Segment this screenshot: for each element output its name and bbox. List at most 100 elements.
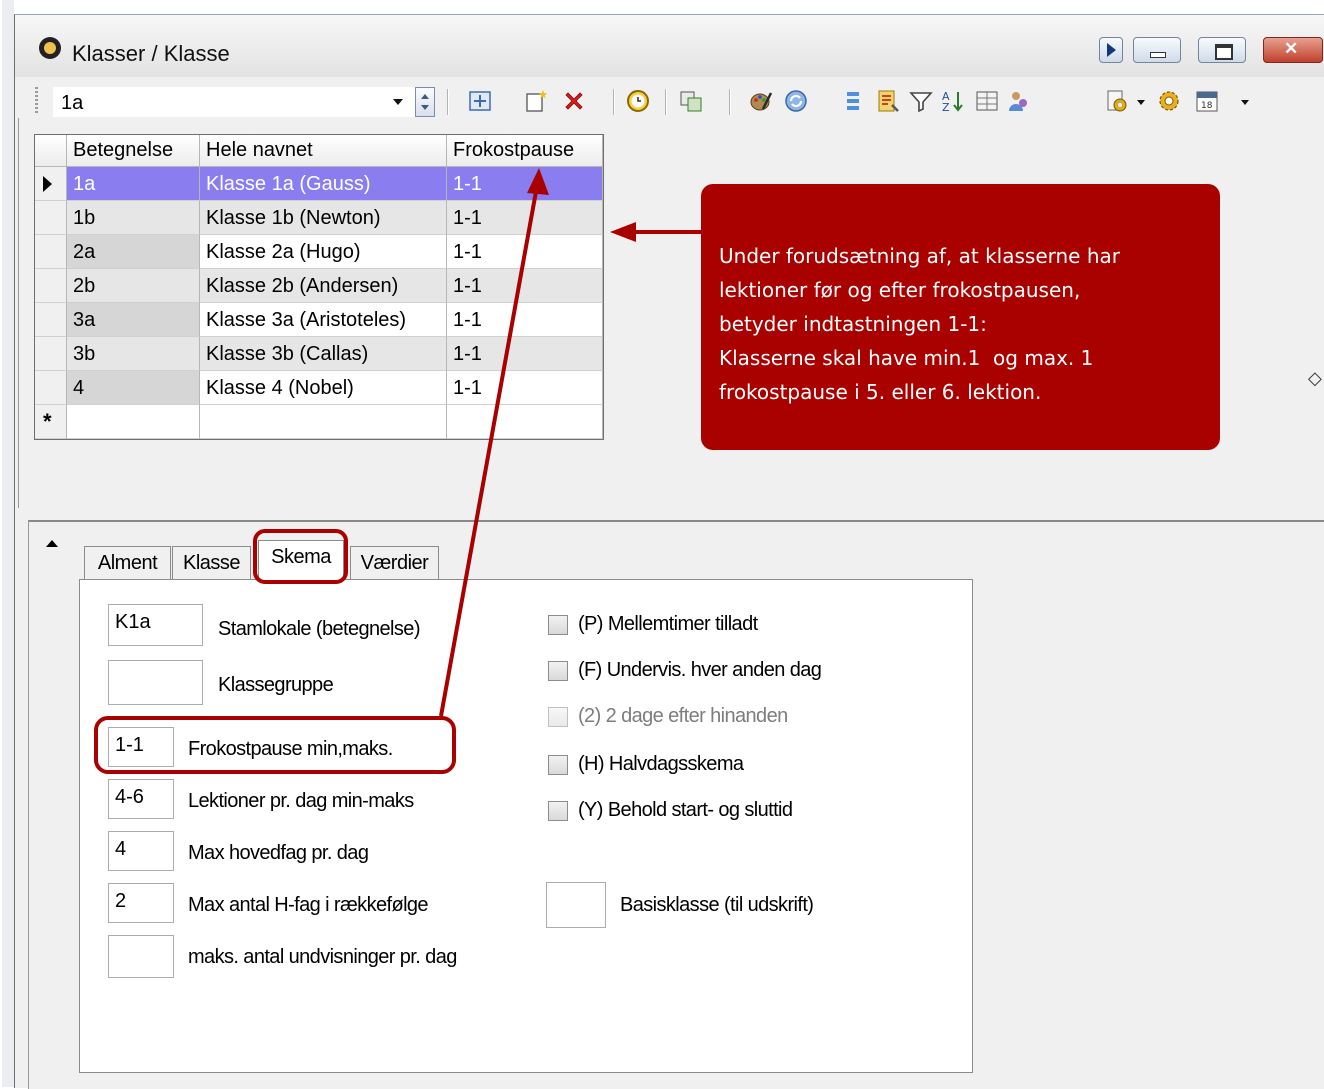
cell-hele-navnet[interactable]: Klasse 2b (Andersen) bbox=[200, 269, 447, 303]
collapse-arrow-icon[interactable] bbox=[46, 540, 58, 547]
callout-line: lektioner før og efter frokostpausen, bbox=[719, 278, 1081, 302]
table-row[interactable]: 1a Klasse 1a (Gauss) 1-1 bbox=[35, 167, 603, 201]
cell-frokostpause[interactable]: 1-1 bbox=[447, 337, 603, 371]
toolbar-separator bbox=[665, 89, 667, 115]
copy-icon[interactable] bbox=[679, 89, 703, 113]
klassegruppe-field[interactable] bbox=[108, 660, 203, 705]
row-header[interactable] bbox=[35, 201, 67, 235]
list-icon[interactable] bbox=[841, 89, 865, 113]
new-row[interactable]: * bbox=[35, 405, 603, 439]
callout-line: Klasserne skal have min.1 og max. 1 bbox=[719, 346, 1094, 370]
row-header[interactable] bbox=[35, 371, 67, 405]
tab-klasse[interactable]: Klasse bbox=[172, 546, 251, 580]
chevron-down-icon[interactable] bbox=[1241, 100, 1249, 105]
undervis-hver-anden-dag-label: (F) Undervis. hver anden dag bbox=[578, 659, 822, 681]
class-selector[interactable]: 1a bbox=[53, 87, 415, 117]
sort-icon[interactable]: A Z bbox=[941, 89, 965, 113]
halvdagsskema-checkbox[interactable] bbox=[548, 755, 568, 775]
column-header-betegnelse[interactable]: Betegnelse bbox=[67, 135, 200, 167]
toolbar-separator bbox=[447, 89, 449, 115]
cell-betegnelse[interactable]: 1a bbox=[67, 167, 200, 201]
people-icon[interactable] bbox=[1007, 89, 1031, 113]
cell-frokostpause[interactable]: 1-1 bbox=[447, 167, 603, 201]
maximize-button[interactable] bbox=[1198, 37, 1246, 63]
basisklasse-field[interactable] bbox=[546, 882, 606, 928]
cell-hele-navnet[interactable]: Klasse 1a (Gauss) bbox=[200, 167, 447, 201]
cell-betegnelse[interactable]: 3b bbox=[67, 337, 200, 371]
record-spinner[interactable] bbox=[415, 87, 435, 117]
cell-frokostpause[interactable]: 1-1 bbox=[447, 371, 603, 405]
close-button[interactable] bbox=[1263, 37, 1323, 63]
cell-hele-navnet[interactable] bbox=[200, 405, 447, 439]
row-header[interactable] bbox=[35, 337, 67, 371]
gear-icon[interactable] bbox=[1157, 89, 1181, 113]
clock-icon bbox=[39, 37, 61, 59]
cell-betegnelse[interactable]: 1b bbox=[67, 201, 200, 235]
stamlokale-field[interactable]: K1a bbox=[108, 604, 203, 646]
palette-icon[interactable] bbox=[749, 89, 773, 113]
refresh-icon[interactable] bbox=[784, 89, 808, 113]
cell-hele-navnet[interactable]: Klasse 3b (Callas) bbox=[200, 337, 447, 371]
cell-frokostpause[interactable] bbox=[447, 405, 603, 439]
cell-frokostpause[interactable]: 1-1 bbox=[447, 201, 603, 235]
calendar-icon[interactable]: 18 bbox=[1195, 89, 1219, 113]
max-h-fag-field[interactable]: 2 bbox=[108, 883, 174, 923]
report-icon[interactable] bbox=[876, 89, 900, 113]
callout-line: frokostpause i 5. eller 6. lektion. bbox=[719, 380, 1042, 404]
table-icon[interactable] bbox=[975, 89, 999, 113]
row-header[interactable] bbox=[35, 235, 67, 269]
row-header[interactable]: * bbox=[35, 405, 67, 439]
tab-alment[interactable]: Alment bbox=[84, 546, 171, 580]
cell-hele-navnet[interactable]: Klasse 3a (Aristoteles) bbox=[200, 303, 447, 337]
filter-icon[interactable] bbox=[909, 89, 933, 113]
row-header[interactable] bbox=[35, 303, 67, 337]
cell-frokostpause[interactable]: 1-1 bbox=[447, 303, 603, 337]
mellemtimer-checkbox[interactable] bbox=[548, 615, 568, 635]
undervis-hver-anden-dag-checkbox[interactable] bbox=[548, 661, 568, 681]
column-header-frokostpause[interactable]: Frokostpause bbox=[447, 135, 603, 167]
row-header[interactable] bbox=[35, 167, 67, 201]
table-row[interactable]: 2b Klasse 2b (Andersen) 1-1 bbox=[35, 269, 603, 303]
maks-undvisninger-field[interactable] bbox=[108, 935, 174, 978]
svg-text:18: 18 bbox=[1201, 101, 1213, 111]
cell-betegnelse[interactable]: 2b bbox=[67, 269, 200, 303]
annotation-callout: Under forudsætning af, at klasserne har … bbox=[701, 184, 1220, 450]
table-row[interactable]: 3a Klasse 3a (Aristoteles) 1-1 bbox=[35, 303, 603, 337]
window-left-frame bbox=[0, 0, 14, 1087]
max-hovedfag-field[interactable]: 4 bbox=[108, 831, 174, 871]
class-grid[interactable]: Betegnelse Hele navnet Frokostpause 1a K… bbox=[34, 134, 604, 440]
behold-start-sluttid-checkbox[interactable] bbox=[548, 801, 568, 821]
toolbar-grip[interactable] bbox=[35, 87, 38, 115]
cell-hele-navnet[interactable]: Klasse 1b (Newton) bbox=[200, 201, 447, 235]
cell-hele-navnet[interactable]: Klasse 2a (Hugo) bbox=[200, 235, 447, 269]
new-record-icon[interactable] bbox=[524, 89, 548, 113]
table-row[interactable]: 2a Klasse 2a (Hugo) 1-1 bbox=[35, 235, 603, 269]
delete-icon[interactable] bbox=[562, 89, 586, 113]
table-row[interactable]: 1b Klasse 1b (Newton) 1-1 bbox=[35, 201, 603, 235]
cell-frokostpause[interactable]: 1-1 bbox=[447, 235, 603, 269]
splitter-arrow-icon[interactable]: ◇ bbox=[1308, 368, 1322, 389]
column-header-hele-navnet[interactable]: Hele navnet bbox=[200, 135, 447, 167]
chevron-down-icon[interactable] bbox=[1137, 100, 1145, 105]
callout-line: betyder indtastningen 1-1: bbox=[719, 312, 987, 336]
cell-betegnelse[interactable]: 2a bbox=[67, 235, 200, 269]
klassegruppe-label: Klassegruppe bbox=[218, 674, 334, 696]
time-icon[interactable] bbox=[626, 89, 650, 113]
minimize-button[interactable] bbox=[1133, 37, 1181, 63]
cell-betegnelse[interactable]: 3a bbox=[67, 303, 200, 337]
settings-dropdown-icon[interactable] bbox=[1105, 89, 1129, 113]
cell-frokostpause[interactable]: 1-1 bbox=[447, 269, 603, 303]
chevron-down-icon[interactable] bbox=[393, 99, 403, 105]
cell-betegnelse[interactable]: 4 bbox=[67, 371, 200, 405]
mellemtimer-label: (P) Mellemtimer tilladt bbox=[578, 613, 758, 635]
run-button[interactable] bbox=[1099, 37, 1123, 63]
view-grid-icon[interactable] bbox=[468, 89, 492, 113]
row-header[interactable] bbox=[35, 269, 67, 303]
table-row[interactable]: 4 Klasse 4 (Nobel) 1-1 bbox=[35, 371, 603, 405]
cell-betegnelse[interactable] bbox=[67, 405, 200, 439]
lektioner-field[interactable]: 4-6 bbox=[108, 779, 174, 819]
table-row[interactable]: 3b Klasse 3b (Callas) 1-1 bbox=[35, 337, 603, 371]
cell-hele-navnet[interactable]: Klasse 4 (Nobel) bbox=[200, 371, 447, 405]
toolbar-separator bbox=[729, 89, 731, 115]
tab-vaerdier[interactable]: Værdier bbox=[350, 546, 439, 580]
